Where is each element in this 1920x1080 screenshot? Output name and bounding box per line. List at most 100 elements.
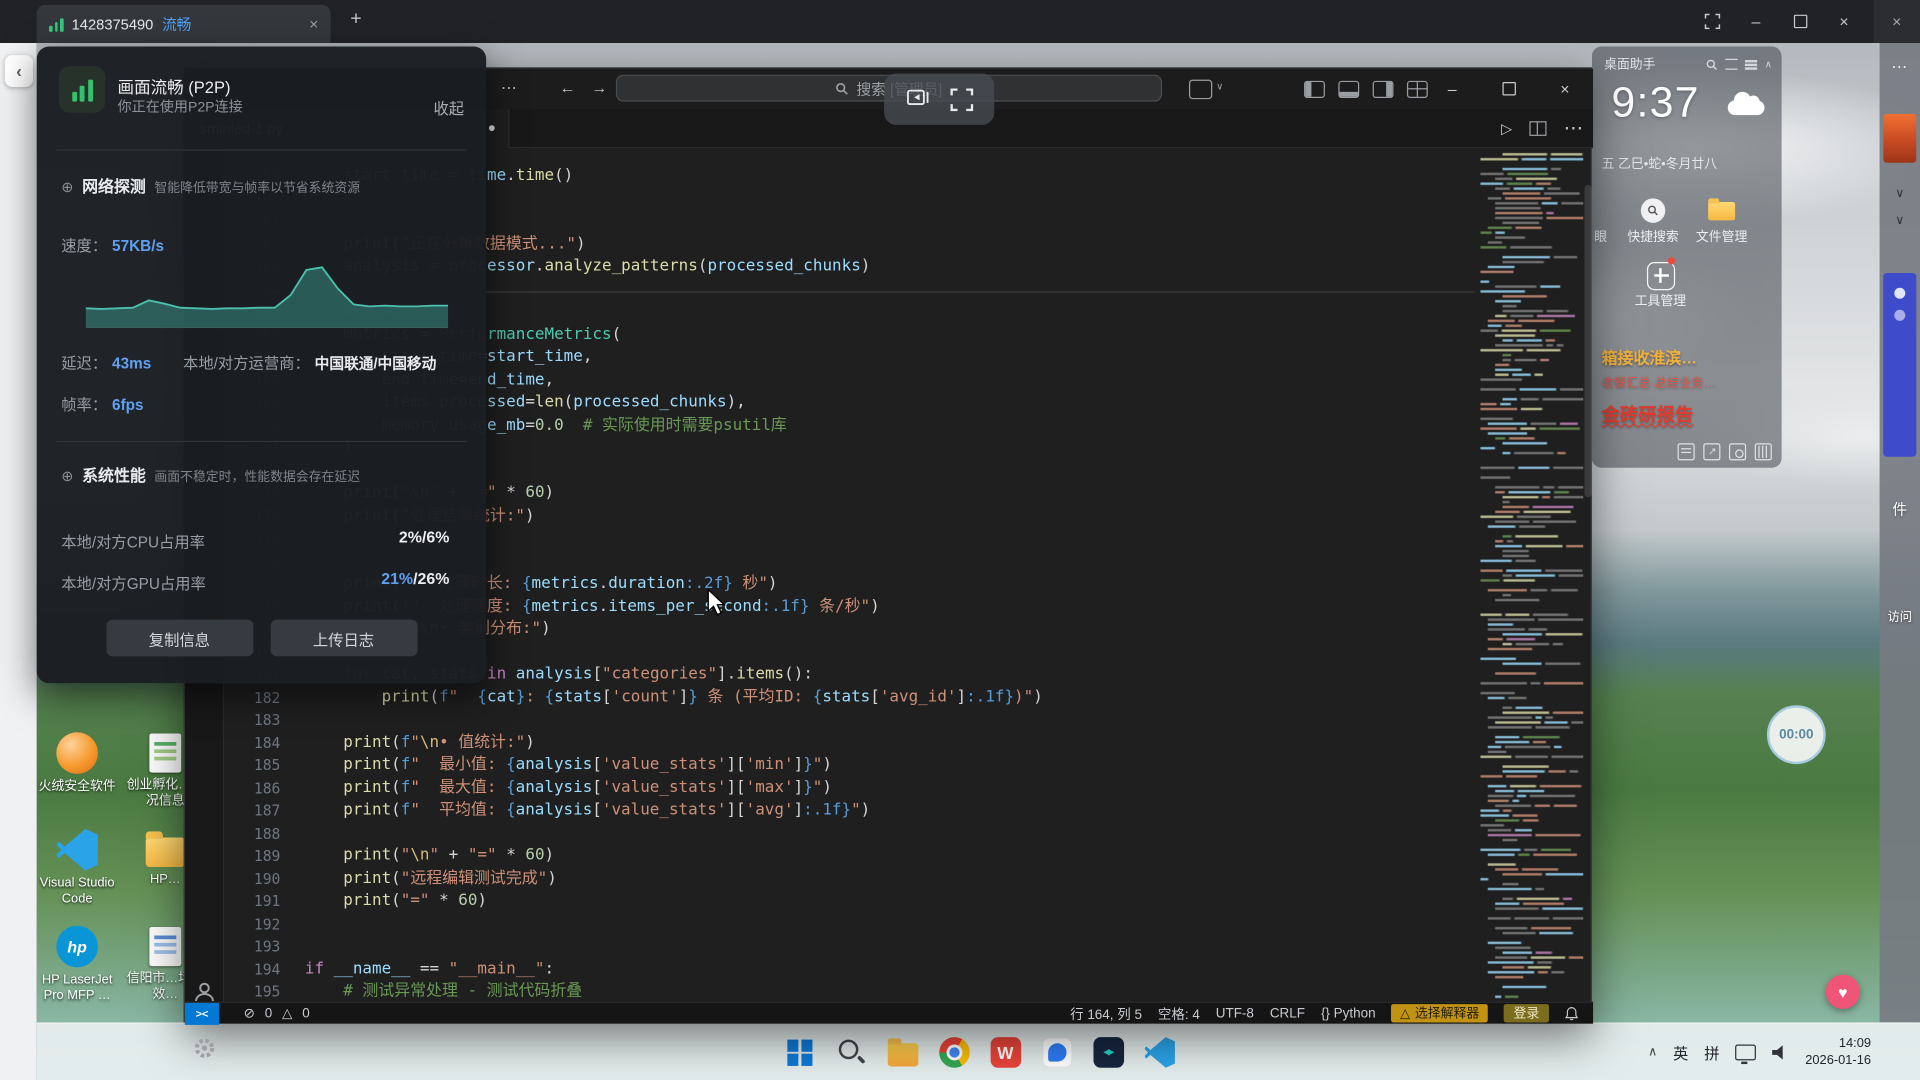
code-line[interactable]: print(f" 平均值: {analysis['value_stats']['… [305,800,1474,823]
grid-icon[interactable] [1755,443,1772,460]
code-line[interactable] [305,709,1474,732]
desktop-icon-huorong[interactable]: 火绒安全软件 [37,732,118,794]
fullscreen-icon[interactable] [950,88,973,111]
desktop-icon-vscode[interactable]: Visual Studio Code [37,829,118,906]
history-forward-icon[interactable]: → [591,78,607,96]
editor-more-icon[interactable]: ⋯ [1564,116,1584,140]
collapse-sidebar-button[interactable]: ‹ [5,55,33,87]
taskbar-chrome[interactable] [928,1024,979,1080]
shortcut-link[interactable]: 金砖研报告 [1602,402,1694,428]
upload-log-button[interactable]: 上传日志 [270,620,417,657]
language-mode[interactable]: {} Python [1321,1006,1376,1021]
taskbar-search[interactable] [825,1024,876,1080]
editor-scrollbar[interactable] [1584,185,1591,497]
desktop-assistant-panel: 桌面助手 ∧ 9:37 五 乙巳•蛇•冬月廿八 眼 快捷搜索 文件管理 工具管理… [1592,47,1782,468]
quick-search-label[interactable]: 快捷搜索 [1616,228,1689,246]
search-icon[interactable] [1706,58,1718,70]
bell-icon[interactable] [1565,1006,1578,1021]
capture-icon[interactable] [1729,443,1746,460]
tray-clock[interactable]: 14:09 2026-01-16 [1805,1036,1871,1069]
code-token: ( [391,891,401,909]
problems-indicator[interactable]: ⊘ 0 △ 0 [244,1005,310,1021]
chevron-down-icon[interactable]: ∨ [1880,187,1920,200]
code-token: ]. [717,665,736,683]
remote-indicator[interactable]: >< [185,1002,219,1024]
code-line[interactable]: print(f" 最大值: {analysis['value_stats']['… [305,777,1474,800]
vscode-minimize-button[interactable]: – [1424,69,1480,109]
shortcut-link[interactable]: 收餐汇总·总结业务… [1602,372,1716,390]
layers-icon[interactable] [1725,59,1737,70]
floating-ball[interactable]: ♥ [1826,975,1860,1009]
new-tab-button[interactable]: + [350,9,361,31]
shortcut-link[interactable]: 箱接收淮滨… [1602,345,1698,368]
edge-blue-widget[interactable] [1883,273,1916,457]
tray-expand-icon[interactable]: ∧ [1648,1046,1657,1059]
taskbar-explorer[interactable] [877,1024,928,1080]
share-icon[interactable] [1703,443,1720,460]
edge-orange-widget[interactable] [1883,114,1916,163]
indentation[interactable]: 空格: 4 [1158,1003,1200,1023]
menu-icon[interactable] [1745,60,1757,62]
code-token: start_time [487,348,583,366]
session-tab[interactable]: 1428375490 流畅 × [37,5,331,43]
maximize-button[interactable] [1778,0,1822,43]
taskbar-wecom[interactable] [1031,1024,1082,1080]
code-line[interactable] [305,936,1474,959]
desktop-icon-hp-printer[interactable]: hpHP LaserJet Pro MFP … [37,926,118,1003]
display-tray-icon[interactable] [1735,1044,1756,1060]
collapse-up-icon[interactable]: ∧ [1765,59,1772,70]
tool-manager-label[interactable]: 工具管理 [1624,291,1697,309]
fullscreen-button[interactable] [1690,0,1734,43]
cursor-position[interactable]: 行 164, 列 5 [1070,1003,1142,1023]
toggle-sidebar-icon[interactable] [1304,81,1325,98]
minimize-button[interactable]: – [1734,0,1778,43]
taskbar-vscode[interactable] [1134,1024,1185,1080]
toggle-panel-icon[interactable] [1338,81,1359,98]
code-line[interactable]: print(f"\n• 值统计:") [305,732,1474,755]
taskbar-start[interactable] [774,1024,825,1080]
edge-more-icon[interactable]: ⋯ [1880,58,1920,78]
code-line[interactable] [305,822,1474,845]
code-line[interactable]: print("=" * 60) [305,890,1474,913]
vscode-maximize-button[interactable] [1480,69,1536,109]
code-line[interactable]: print(f" {cat}: {stats['count']} 条 (平均ID… [305,686,1474,709]
code-line[interactable]: # 测试异常处理 - 测试代码折叠 [305,981,1474,1002]
secondary-close-icon[interactable]: × [1873,0,1920,43]
minimap-canvas[interactable] [1477,148,1584,1001]
taskbar-wps[interactable]: W [980,1024,1031,1080]
volume-tray-icon[interactable] [1772,1044,1789,1060]
vscode-close-button[interactable]: × [1537,69,1593,109]
run-button[interactable]: ▷ [1501,120,1512,137]
code-line[interactable] [305,913,1474,936]
code-line[interactable]: print("\n" + "=" * 60) [305,845,1474,868]
file-manager-icon[interactable] [1708,202,1735,220]
ime-lang-pinyin[interactable]: 拼 [1704,1041,1719,1064]
close-button[interactable]: × [1822,0,1866,43]
tab-close-icon[interactable]: × [309,15,318,33]
taskbar-remote-tool[interactable]: ◂▸ [1082,1024,1133,1080]
screen-control-icon[interactable] [906,87,933,111]
gear-icon[interactable] [192,1036,216,1067]
eol-sequence[interactable]: CRLF [1270,1006,1305,1021]
code-token: 'avg' [746,801,794,819]
code-line[interactable]: print(f" 最小值: {analysis['value_stats']['… [305,754,1474,777]
history-back-icon[interactable]: ← [560,78,576,96]
toggle-secondary-sidebar-icon[interactable] [1373,81,1394,98]
add-tool-icon[interactable] [1647,262,1675,290]
select-interpreter-button[interactable]: △ 选择解释器 [1392,1004,1488,1022]
notes-icon[interactable] [1678,443,1695,460]
quick-search-icon[interactable] [1641,198,1665,222]
ime-lang-en[interactable]: 英 [1673,1041,1688,1064]
file-manager-label[interactable]: 文件管理 [1685,228,1758,246]
encoding[interactable]: UTF-8 [1216,1006,1254,1021]
menu-overflow-icon[interactable]: ⋯ [501,78,517,98]
copy-info-button[interactable]: 复制信息 [106,620,253,657]
code-line[interactable]: print("远程编辑测试完成") [305,868,1474,891]
login-button[interactable]: 登录 [1504,1004,1549,1022]
timer-widget[interactable]: 00:00 [1767,705,1826,764]
split-editor-icon[interactable] [1529,121,1546,136]
code-line[interactable]: if __name__ == "__main__": [305,958,1474,981]
chevron-down-icon[interactable]: ∨ [1880,214,1920,227]
profile-layout-icon[interactable] [1189,80,1212,100]
collapse-panel-button[interactable]: 收起 [433,96,464,119]
